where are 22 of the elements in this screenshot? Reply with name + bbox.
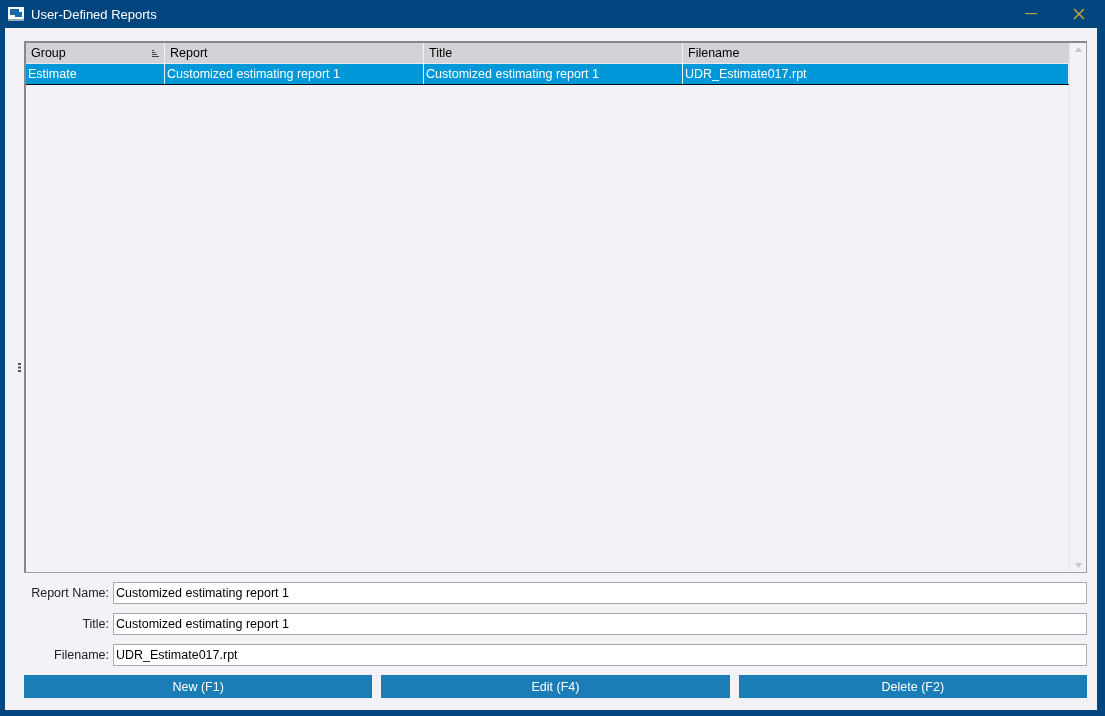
table-cell: Customized estimating report 1 [165,64,424,84]
minimize-icon[interactable] [1025,13,1037,15]
field-label: Title: [81,617,110,631]
input-field[interactable]: UDR_Estimate017.rpt [113,644,1087,666]
table-cell: Estimate [26,64,165,84]
field-label: Report Name: [30,586,110,600]
column-header[interactable]: Group [26,43,165,63]
close-icon[interactable] [1073,8,1085,20]
column-header[interactable]: Filename [683,43,1069,63]
monitor-icon [8,7,24,21]
action-button[interactable]: New (F1) [24,675,373,698]
field-label: Filename: [53,648,110,662]
column-header[interactable]: Title [424,43,683,63]
table-cell: UDR_Estimate017.rpt [683,64,1069,84]
window-title: User-Defined Reports [31,6,157,22]
column-header[interactable]: Report [165,43,424,63]
table-cell: Customized estimating report 1 [424,64,683,84]
splitter-grip-icon[interactable] [18,363,21,372]
input-field[interactable]: Customized estimating report 1 [113,613,1087,635]
action-button[interactable]: Edit (F4) [381,675,730,698]
action-button[interactable]: Delete (F2) [738,675,1087,698]
input-field[interactable]: Customized estimating report 1 [113,582,1087,604]
